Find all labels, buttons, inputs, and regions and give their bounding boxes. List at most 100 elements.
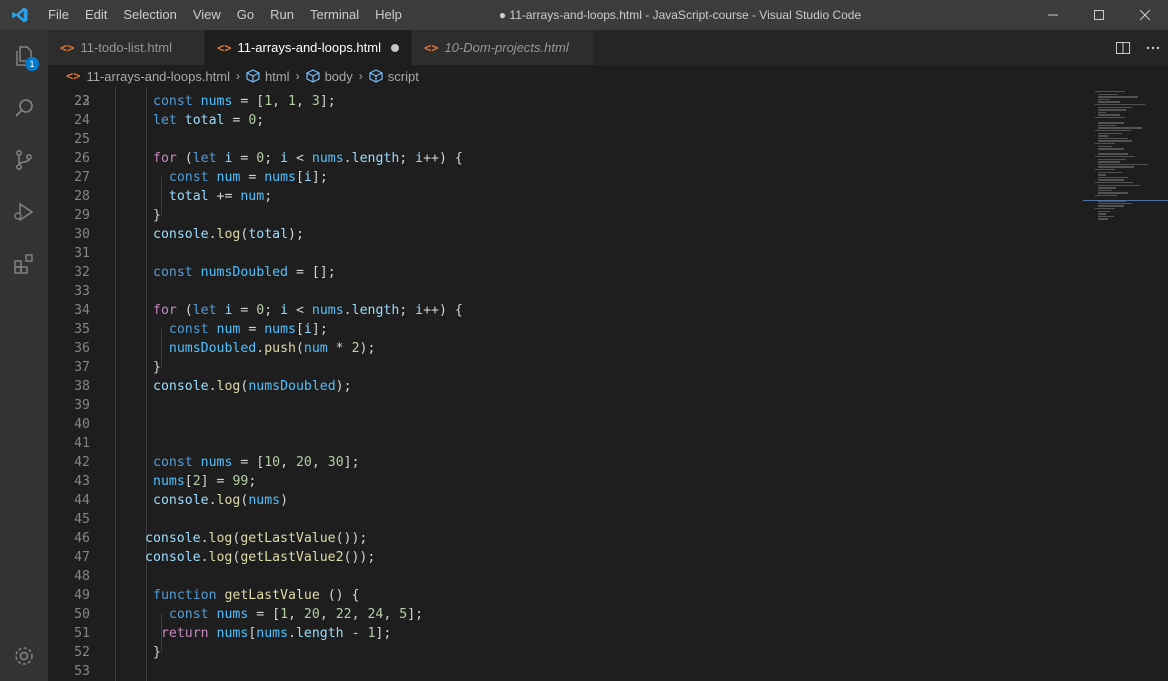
code-text: const nums = [1, 1, 3]; — [153, 94, 336, 109]
code-text: return nums[nums.length - 1]; — [160, 626, 392, 641]
window-controls — [1030, 0, 1168, 30]
maximize-button[interactable] — [1076, 0, 1122, 30]
tab-todo-list[interactable]: <> 11-todo-list.html — [48, 30, 205, 65]
minimap-line — [1098, 210, 1110, 212]
code-line: 46 console.log(getLastValue()); — [48, 529, 1038, 548]
breadcrumb-file-label: 11-arrays-and-loops.html — [86, 68, 230, 84]
code-text: const numsDoubled = []; — [153, 265, 336, 280]
activity-bar: 1 — [0, 30, 48, 681]
close-button[interactable] — [1122, 0, 1168, 30]
code-text: } — [153, 208, 161, 223]
menu-terminal[interactable]: Terminal — [302, 0, 367, 30]
code-text: } — [153, 645, 161, 660]
code-line: 33 — [48, 282, 1038, 301]
code-line: 50 const nums = [1, 20, 22, 24, 5]; — [48, 605, 1038, 624]
code-line: 35 const num = nums[i]; — [48, 320, 1038, 339]
code-line: 37} — [48, 358, 1038, 377]
code-text: total += num; — [168, 189, 273, 204]
code-text: let total = 0; — [153, 113, 265, 128]
code-line: 34 for (let i = 0; i < nums.length; i++) … — [48, 301, 1038, 320]
minimap-line — [1098, 132, 1122, 134]
html-file-icon: <> — [217, 40, 232, 55]
code-line: 28 total += num; — [48, 187, 1038, 206]
run-debug-button[interactable] — [0, 186, 48, 238]
minimap-line — [1098, 148, 1124, 150]
code-line: 53 — [48, 662, 1038, 681]
breadcrumb-html[interactable]: html — [246, 69, 290, 84]
tab-label: 11-arrays-and-loops.html — [237, 40, 381, 55]
more-actions-button[interactable] — [1138, 30, 1168, 65]
minimap-line — [1098, 176, 1128, 179]
line-number: 31 — [74, 246, 90, 261]
line-number: 25 — [74, 132, 90, 147]
chevron-right-icon: › — [236, 69, 240, 83]
tab-arrays-and-loops[interactable]: <> 11-arrays-and-loops.html — [205, 30, 412, 65]
code-line: 41 — [48, 434, 1038, 453]
line-number: 50 — [74, 607, 90, 622]
minimap-line — [1098, 163, 1148, 166]
source-control-button[interactable] — [0, 134, 48, 186]
html-file-icon: <> — [424, 40, 439, 55]
menu-view[interactable]: View — [185, 0, 229, 30]
code-text: const num = nums[i]; — [168, 322, 328, 337]
minimap-line — [1095, 208, 1115, 210]
menu-run[interactable]: Run — [262, 0, 302, 30]
line-number: 52 — [74, 645, 90, 660]
minimap-line — [1095, 156, 1135, 158]
minimap-line — [1098, 161, 1120, 163]
minimize-icon — [1048, 14, 1058, 16]
code-line: 48 — [48, 567, 1038, 586]
menu-file[interactable]: File — [40, 0, 77, 30]
unsaved-dot-icon[interactable] — [391, 43, 399, 52]
window-title: ● 11-arrays-and-loops.html - JavaScript-… — [498, 8, 862, 22]
split-editor-button[interactable] — [1108, 30, 1138, 65]
tab-dom-projects[interactable]: <> 10-Dom-projects.html — [412, 30, 594, 65]
line-number: 46 — [74, 531, 90, 546]
minimap-viewport-line — [1083, 200, 1168, 201]
minimap-line — [1095, 143, 1115, 145]
minimap-line — [1098, 93, 1118, 95]
minimap-line — [1098, 137, 1128, 140]
code-text: console.log(getLastValue()); — [145, 531, 368, 546]
menu-selection[interactable]: Selection — [115, 0, 184, 30]
minimap-line — [1098, 171, 1122, 173]
code-text: numsDoubled.push(num * 2); — [168, 341, 376, 356]
tab-label: 11-todo-list.html — [80, 40, 172, 55]
minimize-button[interactable] — [1030, 0, 1076, 30]
minimap-line — [1098, 166, 1134, 168]
search-button[interactable] — [0, 82, 48, 134]
code-editor[interactable]: 22 23 const nums = [1, 1, 3]; 24 let total… — [48, 87, 1168, 681]
menu-go[interactable]: Go — [229, 0, 262, 30]
explorer-button[interactable]: 1 — [0, 30, 48, 82]
code-line: 32 const numsDoubled = []; — [48, 263, 1038, 282]
minimap-line — [1098, 124, 1116, 127]
line-number: 37 — [74, 360, 90, 375]
breadcrumb-body[interactable]: body — [305, 69, 353, 84]
manage-button[interactable] — [0, 631, 48, 681]
extensions-button[interactable] — [0, 238, 48, 290]
code-line: 30 console.log(total); — [48, 225, 1038, 244]
minimap-line — [1098, 213, 1106, 215]
line-number: 51 — [74, 626, 90, 641]
menu-bar: File Edit Selection View Go Run Terminal… — [40, 0, 410, 30]
editor-tabs: <> 11-todo-list.html <> 11-arrays-and-lo… — [48, 30, 1168, 65]
minimap-line — [1098, 111, 1106, 114]
minimap-line — [1098, 114, 1120, 116]
line-number: 35 — [74, 322, 90, 337]
minimap-line — [1095, 169, 1115, 171]
breadcrumb-script[interactable]: script — [369, 69, 419, 84]
line-number: 33 — [74, 284, 90, 299]
menu-edit[interactable]: Edit — [77, 0, 115, 30]
minimap-line — [1095, 182, 1133, 184]
code-line: 36 numsDoubled.push(num * 2); — [48, 339, 1038, 358]
minimap-line — [1098, 98, 1110, 101]
minimap-line — [1095, 130, 1131, 132]
debug-icon — [14, 202, 34, 222]
minimap-line — [1098, 205, 1124, 207]
minimap[interactable] — [1083, 87, 1168, 681]
line-number: 49 — [74, 588, 90, 603]
breadcrumb-file[interactable]: <> 11-arrays-and-loops.html — [66, 69, 230, 84]
minimap-line — [1098, 189, 1112, 192]
code-text: const num = nums[i]; — [168, 170, 328, 185]
code-line: 44 console.log(nums) — [48, 491, 1038, 510]
